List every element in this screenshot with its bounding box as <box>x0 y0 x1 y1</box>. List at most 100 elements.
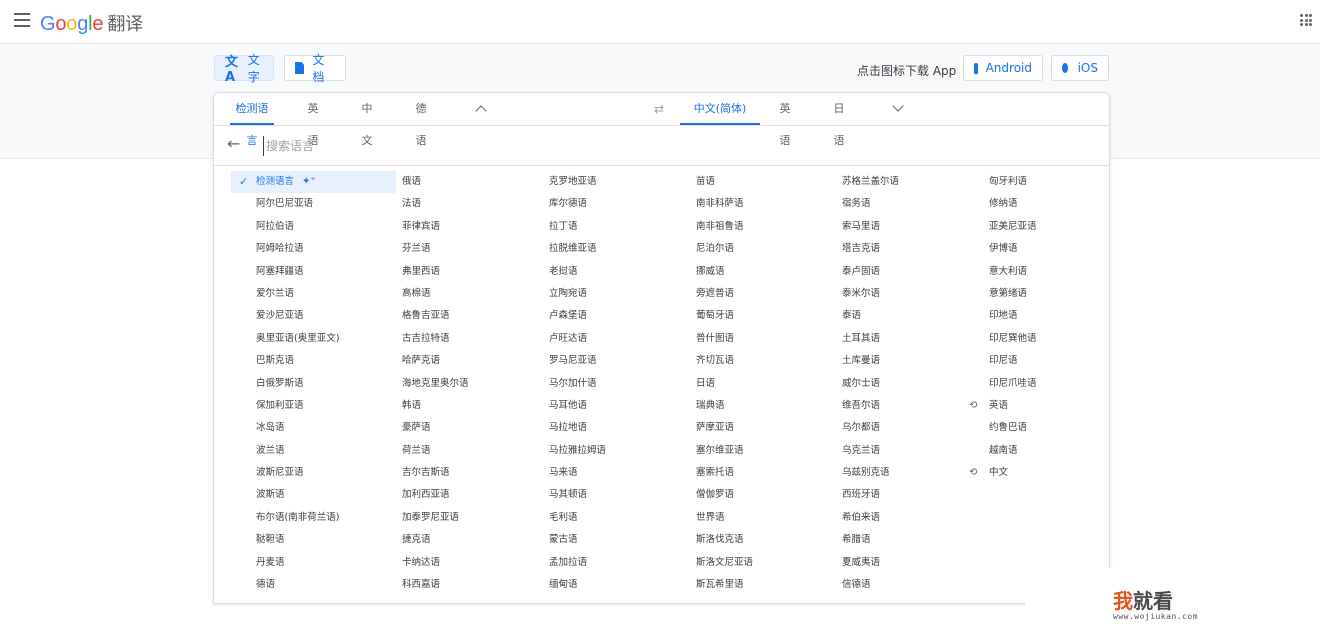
language-item[interactable]: 泰语 <box>842 305 982 327</box>
language-item[interactable]: 南非科萨语 <box>696 193 836 215</box>
language-item[interactable]: 捷克语 <box>402 529 542 551</box>
language-item[interactable]: 夏威夷语 <box>842 552 982 574</box>
language-item[interactable]: 菲律宾语 <box>402 216 542 238</box>
tab-target-japanese[interactable]: 日语 <box>828 93 850 147</box>
language-item[interactable]: 修纳语 <box>989 193 1129 215</box>
language-item[interactable]: 波斯语 <box>256 484 396 506</box>
language-item[interactable]: 法语 <box>402 193 542 215</box>
back-arrow-icon[interactable]: ← <box>227 134 240 153</box>
language-item[interactable]: 立陶宛语 <box>549 283 689 305</box>
tab-detect-language[interactable]: 检测语言 <box>230 93 274 147</box>
language-item[interactable]: 格鲁吉亚语 <box>402 305 542 327</box>
language-item[interactable]: 缅甸语 <box>549 574 689 596</box>
tab-target-chinese-simplified[interactable]: 中文(简体) <box>680 93 760 125</box>
chevron-up-icon[interactable] <box>475 105 487 117</box>
language-item[interactable]: 库尔德语 <box>549 193 689 215</box>
language-item[interactable]: 西班牙语 <box>842 484 982 506</box>
language-item[interactable]: 阿尔巴尼亚语 <box>256 193 396 215</box>
language-item[interactable]: 毛利语 <box>549 507 689 529</box>
language-item[interactable]: 白俄罗斯语 <box>256 373 396 395</box>
language-item[interactable]: 世界语 <box>696 507 836 529</box>
language-item-recent[interactable]: ⟲ 英语 <box>969 395 1129 417</box>
language-item[interactable]: 俄语 <box>402 171 542 193</box>
language-item[interactable]: 保加利亚语 <box>256 395 396 417</box>
language-item[interactable]: 奥里亚语(奥里亚文) <box>256 328 396 350</box>
menu-icon[interactable] <box>14 13 30 27</box>
language-item[interactable]: 齐切瓦语 <box>696 350 836 372</box>
language-item[interactable]: 印尼爪哇语 <box>989 373 1129 395</box>
language-item[interactable]: 豪萨语 <box>402 417 542 439</box>
language-item[interactable]: 苏格兰盖尔语 <box>842 171 982 193</box>
tab-source-german[interactable]: 德语 <box>410 93 432 147</box>
language-item[interactable]: 加泰罗尼亚语 <box>402 507 542 529</box>
ios-button[interactable]: iOS <box>1051 55 1109 81</box>
language-item[interactable]: 苗语 <box>696 171 836 193</box>
language-item[interactable]: 斯瓦希里语 <box>696 574 836 596</box>
language-item[interactable]: 葡萄牙语 <box>696 305 836 327</box>
language-item[interactable]: 巴斯克语 <box>256 350 396 372</box>
language-item[interactable]: 印尼语 <box>989 350 1129 372</box>
language-item[interactable]: 拉丁语 <box>549 216 689 238</box>
tab-source-english[interactable]: 英语 <box>302 93 324 147</box>
language-item[interactable]: 德语 <box>256 574 396 596</box>
language-item[interactable]: 波斯尼亚语 <box>256 462 396 484</box>
language-item[interactable]: 爱沙尼亚语 <box>256 305 396 327</box>
language-item-recent[interactable]: ⟲ 中文 <box>969 462 1129 484</box>
language-item[interactable]: 越南语 <box>989 440 1129 462</box>
language-item[interactable]: 土耳其语 <box>842 328 982 350</box>
language-item[interactable]: 塞索托语 <box>696 462 836 484</box>
document-mode-button[interactable]: 文档 <box>284 53 346 84</box>
language-item[interactable]: 马来语 <box>549 462 689 484</box>
language-item[interactable]: 萨摩亚语 <box>696 417 836 439</box>
language-item[interactable]: 索马里语 <box>842 216 982 238</box>
language-item[interactable]: 瑞典语 <box>696 395 836 417</box>
language-item[interactable]: 马尔加什语 <box>549 373 689 395</box>
language-item[interactable]: 土库曼语 <box>842 350 982 372</box>
language-item[interactable]: 泰卢固语 <box>842 261 982 283</box>
language-item[interactable]: 罗马尼亚语 <box>549 350 689 372</box>
android-button[interactable]: Android <box>963 55 1043 81</box>
language-item[interactable]: 乌兹别克语 <box>842 462 982 484</box>
language-item[interactable]: 亚美尼亚语 <box>989 216 1129 238</box>
language-item[interactable]: 旁遮普语 <box>696 283 836 305</box>
language-item[interactable]: 阿塞拜疆语 <box>256 261 396 283</box>
language-item[interactable]: 僧伽罗语 <box>696 484 836 506</box>
language-item[interactable]: 爱尔兰语 <box>256 283 396 305</box>
language-item[interactable]: 拉脱维亚语 <box>549 238 689 260</box>
language-item[interactable]: 弗里西语 <box>402 261 542 283</box>
language-item[interactable]: 斯洛伐克语 <box>696 529 836 551</box>
language-item[interactable]: 信德语 <box>842 574 982 596</box>
language-item[interactable]: 海地克里奥尔语 <box>402 373 542 395</box>
language-item-detect[interactable]: ✓ 检测语言 ✦⁺ <box>231 171 396 194</box>
language-item[interactable]: 波兰语 <box>256 440 396 462</box>
language-item[interactable]: 鞑靼语 <box>256 529 396 551</box>
language-item[interactable]: 普什图语 <box>696 328 836 350</box>
language-item[interactable]: 克罗地亚语 <box>549 171 689 193</box>
language-item[interactable]: 乌尔都语 <box>842 417 982 439</box>
language-item[interactable]: 日语 <box>696 373 836 395</box>
language-item[interactable]: 马耳他语 <box>549 395 689 417</box>
tab-source-chinese[interactable]: 中文 <box>356 93 378 147</box>
chevron-down-icon[interactable] <box>892 100 904 112</box>
language-item[interactable]: 乌克兰语 <box>842 440 982 462</box>
tab-target-english[interactable]: 英语 <box>774 93 796 147</box>
language-item[interactable]: 蒙古语 <box>549 529 689 551</box>
language-item[interactable]: 布尔语(南非荷兰语) <box>256 507 396 529</box>
language-item[interactable]: 阿姆哈拉语 <box>256 238 396 260</box>
text-mode-button[interactable]: 文A 文字 <box>214 53 274 85</box>
apps-grid-icon[interactable] <box>1300 14 1312 26</box>
language-item[interactable]: 科西嘉语 <box>402 574 542 596</box>
language-item[interactable]: 阿拉伯语 <box>256 216 396 238</box>
language-item[interactable]: 伊博语 <box>989 238 1129 260</box>
language-item[interactable]: 哈萨克语 <box>402 350 542 372</box>
language-item[interactable]: 古吉拉特语 <box>402 328 542 350</box>
language-item[interactable]: 约鲁巴语 <box>989 417 1129 439</box>
language-search-input[interactable] <box>263 136 668 156</box>
language-item[interactable]: 威尔士语 <box>842 373 982 395</box>
language-item[interactable]: 孟加拉语 <box>549 552 689 574</box>
language-item[interactable]: 匈牙利语 <box>989 171 1129 193</box>
language-item[interactable]: 泰米尔语 <box>842 283 982 305</box>
language-item[interactable]: 斯洛文尼亚语 <box>696 552 836 574</box>
language-item[interactable]: 宿务语 <box>842 193 982 215</box>
language-item[interactable]: 尼泊尔语 <box>696 238 836 260</box>
